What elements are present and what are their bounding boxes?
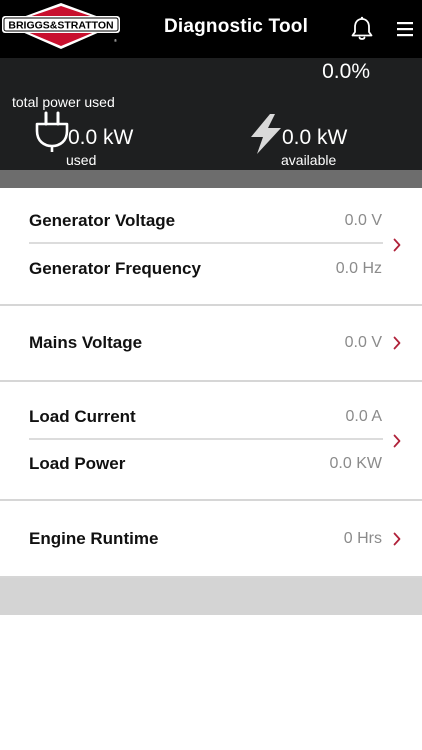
chevron-right-icon[interactable]	[393, 434, 401, 448]
row-label-load-power: Load Power	[29, 454, 126, 473]
plug-icon	[35, 111, 69, 152]
panel-separator-bar	[0, 170, 422, 188]
row-value-generator-frequency: 0.0 Hz	[335, 260, 382, 277]
power-summary-panel: 0.0% total power used 0.0 kW used 0.0 kW…	[0, 58, 422, 170]
row-label-generator-frequency: Generator Frequency	[29, 259, 201, 278]
row-value-engine-runtime: 0 Hrs	[343, 530, 382, 547]
row-value-load-power: 0.0 KW	[329, 455, 382, 472]
available-power-label: available	[281, 152, 337, 168]
total-power-percent: 0.0%	[322, 60, 370, 83]
row-value-load-current: 0.0 A	[345, 408, 382, 425]
chevron-right-icon[interactable]	[393, 238, 401, 252]
chevron-right-icon[interactable]	[393, 532, 401, 546]
bottom-gray-band	[0, 578, 422, 615]
bell-icon[interactable]	[350, 16, 374, 42]
row-divider	[29, 438, 383, 440]
row-label-engine-runtime: Engine Runtime	[29, 529, 159, 548]
used-power-value: 0.0 kW	[68, 126, 134, 149]
lightning-bolt-icon	[251, 114, 281, 154]
hamburger-menu-icon[interactable]	[397, 20, 413, 38]
chevron-right-icon[interactable]	[393, 336, 401, 350]
row-value-mains-voltage: 0.0 V	[344, 334, 382, 351]
group-divider	[0, 380, 422, 382]
total-power-label: total power used	[12, 94, 115, 110]
available-power-value: 0.0 kW	[282, 126, 348, 149]
used-power-label: used	[66, 152, 97, 168]
row-value-generator-voltage: 0.0 V	[344, 212, 382, 229]
row-divider	[29, 242, 383, 244]
row-label-generator-voltage: Generator Voltage	[29, 211, 176, 230]
row-label-mains-voltage: Mains Voltage	[29, 333, 143, 352]
group-divider	[0, 304, 422, 306]
row-label-load-current: Load Current	[29, 407, 136, 426]
briggs-stratton-logo: BRIGGS&STRATTON ®	[2, 3, 120, 49]
svg-text:®: ®	[114, 38, 117, 43]
logo-text: BRIGGS&STRATTON	[8, 20, 113, 32]
app-header: BRIGGS&STRATTON ® Diagnostic Tool	[0, 0, 422, 58]
group-divider	[0, 499, 422, 501]
page-title: Diagnostic Tool	[163, 16, 309, 37]
